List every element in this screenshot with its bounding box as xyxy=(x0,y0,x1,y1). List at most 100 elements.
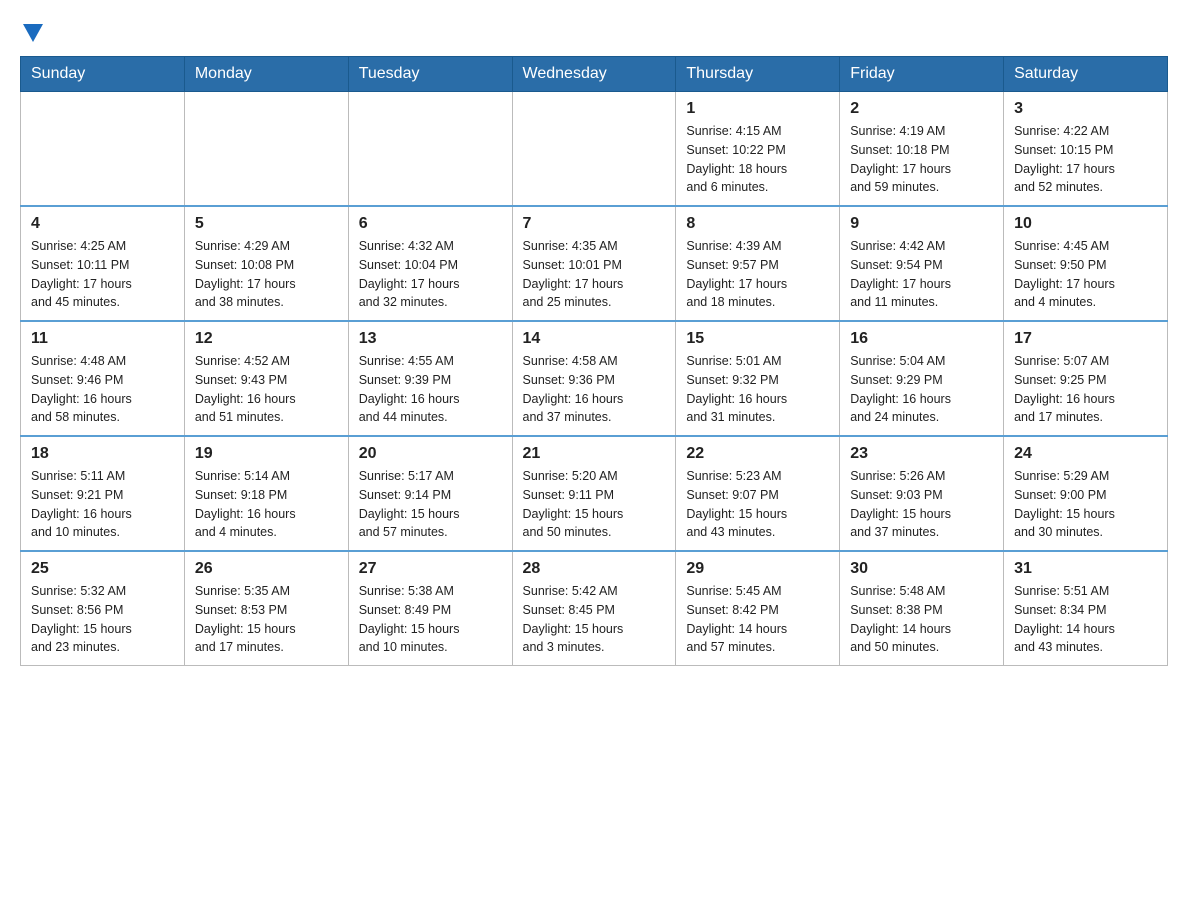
day-info: Sunrise: 5:45 AM Sunset: 8:42 PM Dayligh… xyxy=(686,582,829,657)
weekday-header-thursday: Thursday xyxy=(676,57,840,92)
calendar-cell: 29 Sunrise: 5:45 AM Sunset: 8:42 PM Dayli… xyxy=(676,551,840,666)
day-info: Sunrise: 5:29 AM Sunset: 9:00 PM Dayligh… xyxy=(1014,467,1157,542)
calendar-cell xyxy=(348,92,512,207)
calendar-cell: 31Sunrise: 5:51 AM Sunset: 8:34 PM Dayli… xyxy=(1004,551,1168,666)
calendar-cell: 26 Sunrise: 5:35 AM Sunset: 8:53 PM Dayli… xyxy=(184,551,348,666)
calendar-cell: 2Sunrise: 4:19 AM Sunset: 10:18 PM Dayli… xyxy=(840,92,1004,207)
calendar-cell: 30 Sunrise: 5:48 AM Sunset: 8:38 PM Dayli… xyxy=(840,551,1004,666)
day-info: Sunrise: 4:15 AM Sunset: 10:22 PM Daylig… xyxy=(686,122,829,197)
calendar-cell: 19 Sunrise: 5:14 AM Sunset: 9:18 PM Dayli… xyxy=(184,436,348,551)
day-number: 10 xyxy=(1014,215,1157,233)
day-number: 29 xyxy=(686,560,829,578)
day-info: Sunrise: 5:11 AM Sunset: 9:21 PM Dayligh… xyxy=(31,467,174,542)
day-info: Sunrise: 4:35 AM Sunset: 10:01 PM Daylig… xyxy=(523,237,666,312)
weekday-header-sunday: Sunday xyxy=(21,57,185,92)
day-number: 7 xyxy=(523,215,666,233)
day-info: Sunrise: 4:45 AM Sunset: 9:50 PM Dayligh… xyxy=(1014,237,1157,312)
day-number: 22 xyxy=(686,445,829,463)
day-number: 3 xyxy=(1014,100,1157,118)
day-number: 30 xyxy=(850,560,993,578)
day-info: Sunrise: 4:58 AM Sunset: 9:36 PM Dayligh… xyxy=(523,352,666,427)
day-info: Sunrise: 5:32 AM Sunset: 8:56 PM Dayligh… xyxy=(31,582,174,657)
day-info: Sunrise: 4:22 AM Sunset: 10:15 PM Daylig… xyxy=(1014,122,1157,197)
day-number: 17 xyxy=(1014,330,1157,348)
calendar-cell: 17Sunrise: 5:07 AM Sunset: 9:25 PM Dayli… xyxy=(1004,321,1168,436)
calendar-cell: 10 Sunrise: 4:45 AM Sunset: 9:50 PM Dayli… xyxy=(1004,206,1168,321)
day-info: Sunrise: 5:04 AM Sunset: 9:29 PM Dayligh… xyxy=(850,352,993,427)
calendar-cell: 28Sunrise: 5:42 AM Sunset: 8:45 PM Dayli… xyxy=(512,551,676,666)
day-info: Sunrise: 4:25 AM Sunset: 10:11 PM Daylig… xyxy=(31,237,174,312)
day-number: 9 xyxy=(850,215,993,233)
weekday-header-monday: Monday xyxy=(184,57,348,92)
calendar-cell: 21 Sunrise: 5:20 AM Sunset: 9:11 PM Dayli… xyxy=(512,436,676,551)
day-number: 1 xyxy=(686,100,829,118)
day-info: Sunrise: 4:52 AM Sunset: 9:43 PM Dayligh… xyxy=(195,352,338,427)
calendar-cell: 11 Sunrise: 4:48 AM Sunset: 9:46 PM Dayli… xyxy=(21,321,185,436)
calendar-cell: 20Sunrise: 5:17 AM Sunset: 9:14 PM Dayli… xyxy=(348,436,512,551)
day-number: 8 xyxy=(686,215,829,233)
day-info: Sunrise: 4:39 AM Sunset: 9:57 PM Dayligh… xyxy=(686,237,829,312)
weekday-header-wednesday: Wednesday xyxy=(512,57,676,92)
day-number: 16 xyxy=(850,330,993,348)
logo xyxy=(20,20,43,36)
calendar-cell: 22 Sunrise: 5:23 AM Sunset: 9:07 PM Dayli… xyxy=(676,436,840,551)
calendar-cell xyxy=(21,92,185,207)
day-info: Sunrise: 5:23 AM Sunset: 9:07 PM Dayligh… xyxy=(686,467,829,542)
calendar-cell: 7 Sunrise: 4:35 AM Sunset: 10:01 PM Dayli… xyxy=(512,206,676,321)
calendar-cell: 9Sunrise: 4:42 AM Sunset: 9:54 PM Daylig… xyxy=(840,206,1004,321)
weekday-header-row: SundayMondayTuesdayWednesdayThursdayFrid… xyxy=(21,57,1168,92)
day-info: Sunrise: 4:48 AM Sunset: 9:46 PM Dayligh… xyxy=(31,352,174,427)
day-number: 11 xyxy=(31,330,174,348)
day-info: Sunrise: 5:35 AM Sunset: 8:53 PM Dayligh… xyxy=(195,582,338,657)
day-info: Sunrise: 5:14 AM Sunset: 9:18 PM Dayligh… xyxy=(195,467,338,542)
calendar-cell: 18Sunrise: 5:11 AM Sunset: 9:21 PM Dayli… xyxy=(21,436,185,551)
page-header xyxy=(20,20,1168,36)
calendar-cell: 27 Sunrise: 5:38 AM Sunset: 8:49 PM Dayli… xyxy=(348,551,512,666)
calendar-cell: 24 Sunrise: 5:29 AM Sunset: 9:00 PM Dayli… xyxy=(1004,436,1168,551)
calendar-cell: 15 Sunrise: 5:01 AM Sunset: 9:32 PM Dayli… xyxy=(676,321,840,436)
weekday-header-tuesday: Tuesday xyxy=(348,57,512,92)
day-info: Sunrise: 5:26 AM Sunset: 9:03 PM Dayligh… xyxy=(850,467,993,542)
day-info: Sunrise: 5:01 AM Sunset: 9:32 PM Dayligh… xyxy=(686,352,829,427)
calendar-cell: 1 Sunrise: 4:15 AM Sunset: 10:22 PM Dayli… xyxy=(676,92,840,207)
day-info: Sunrise: 4:32 AM Sunset: 10:04 PM Daylig… xyxy=(359,237,502,312)
day-number: 26 xyxy=(195,560,338,578)
day-info: Sunrise: 5:42 AM Sunset: 8:45 PM Dayligh… xyxy=(523,582,666,657)
day-number: 6 xyxy=(359,215,502,233)
day-info: Sunrise: 5:20 AM Sunset: 9:11 PM Dayligh… xyxy=(523,467,666,542)
calendar-cell: 23 Sunrise: 5:26 AM Sunset: 9:03 PM Dayli… xyxy=(840,436,1004,551)
calendar-table: SundayMondayTuesdayWednesdayThursdayFrid… xyxy=(20,56,1168,666)
weekday-header-friday: Friday xyxy=(840,57,1004,92)
day-number: 27 xyxy=(359,560,502,578)
week-row-1: 1 Sunrise: 4:15 AM Sunset: 10:22 PM Dayli… xyxy=(21,92,1168,207)
day-number: 21 xyxy=(523,445,666,463)
calendar-cell: 6 Sunrise: 4:32 AM Sunset: 10:04 PM Dayli… xyxy=(348,206,512,321)
weekday-header-saturday: Saturday xyxy=(1004,57,1168,92)
day-info: Sunrise: 4:55 AM Sunset: 9:39 PM Dayligh… xyxy=(359,352,502,427)
day-number: 12 xyxy=(195,330,338,348)
calendar-cell xyxy=(512,92,676,207)
calendar-cell: 3 Sunrise: 4:22 AM Sunset: 10:15 PM Dayli… xyxy=(1004,92,1168,207)
day-info: Sunrise: 5:51 AM Sunset: 8:34 PM Dayligh… xyxy=(1014,582,1157,657)
logo-triangle-icon xyxy=(23,24,43,42)
calendar-cell: 14 Sunrise: 4:58 AM Sunset: 9:36 PM Dayli… xyxy=(512,321,676,436)
calendar-cell: 4 Sunrise: 4:25 AM Sunset: 10:11 PM Dayli… xyxy=(21,206,185,321)
day-number: 24 xyxy=(1014,445,1157,463)
day-number: 5 xyxy=(195,215,338,233)
calendar-cell: 12 Sunrise: 4:52 AM Sunset: 9:43 PM Dayli… xyxy=(184,321,348,436)
day-info: Sunrise: 4:19 AM Sunset: 10:18 PM Daylig… xyxy=(850,122,993,197)
day-number: 23 xyxy=(850,445,993,463)
day-number: 14 xyxy=(523,330,666,348)
day-info: Sunrise: 5:48 AM Sunset: 8:38 PM Dayligh… xyxy=(850,582,993,657)
logo-general xyxy=(20,20,43,42)
calendar-cell: 16 Sunrise: 5:04 AM Sunset: 9:29 PM Dayli… xyxy=(840,321,1004,436)
week-row-2: 4 Sunrise: 4:25 AM Sunset: 10:11 PM Dayli… xyxy=(21,206,1168,321)
week-row-3: 11 Sunrise: 4:48 AM Sunset: 9:46 PM Dayli… xyxy=(21,321,1168,436)
day-number: 19 xyxy=(195,445,338,463)
day-number: 4 xyxy=(31,215,174,233)
day-number: 13 xyxy=(359,330,502,348)
calendar-cell xyxy=(184,92,348,207)
day-number: 20 xyxy=(359,445,502,463)
day-number: 15 xyxy=(686,330,829,348)
day-info: Sunrise: 5:38 AM Sunset: 8:49 PM Dayligh… xyxy=(359,582,502,657)
